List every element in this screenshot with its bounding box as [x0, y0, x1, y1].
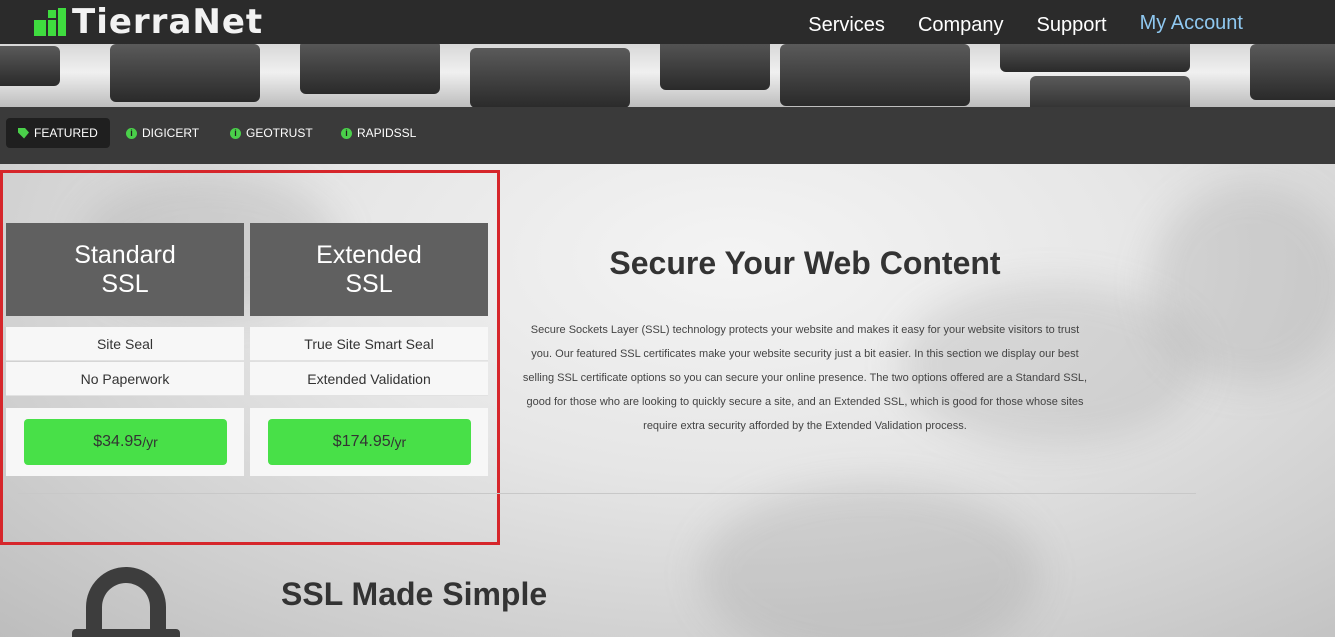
tierranet-logo[interactable]: TierraNet	[34, 2, 263, 42]
tag-icon	[18, 127, 29, 139]
info-icon: i	[341, 127, 352, 139]
tab-label: GEOTRUST	[246, 126, 313, 140]
section-title: SSL Made Simple	[281, 576, 548, 612]
intro-paragraph: Secure Sockets Layer (SSL) technology pr…	[522, 324, 1088, 432]
info-icon: i	[230, 127, 241, 139]
page-title: Secure Your Web Content	[609, 245, 1001, 281]
section-divider	[18, 493, 1196, 494]
brand-name: TierraNet	[72, 2, 264, 42]
keyboard-banner-image	[0, 44, 1335, 107]
nav-company[interactable]: Company	[918, 14, 1004, 37]
nav-my-account[interactable]: My Account	[1140, 12, 1243, 37]
tab-digicert[interactable]: i DIGICERT	[114, 118, 211, 148]
tab-label: RAPIDSSL	[357, 126, 417, 140]
nav-services[interactable]: Services	[808, 14, 885, 37]
tab-label: DIGICERT	[142, 126, 200, 140]
main-nav: Services Company Support My Account	[808, 12, 1243, 37]
tab-geotrust[interactable]: i GEOTRUST	[218, 118, 325, 148]
tab-label: FEATURED	[34, 126, 98, 140]
highlight-box	[0, 170, 500, 545]
tab-rapidssl[interactable]: i RAPIDSSL	[329, 118, 428, 148]
ssl-category-tabs: FEATURED i DIGICERT i GEOTRUST i RAPIDSS…	[0, 107, 1335, 164]
top-navigation-bar: TierraNet Services Company Support My Ac…	[0, 0, 1335, 44]
tab-featured[interactable]: FEATURED	[6, 118, 110, 148]
info-icon: i	[126, 127, 137, 139]
logo-icon	[34, 6, 66, 38]
nav-support[interactable]: Support	[1037, 14, 1107, 37]
lock-icon	[72, 567, 180, 637]
